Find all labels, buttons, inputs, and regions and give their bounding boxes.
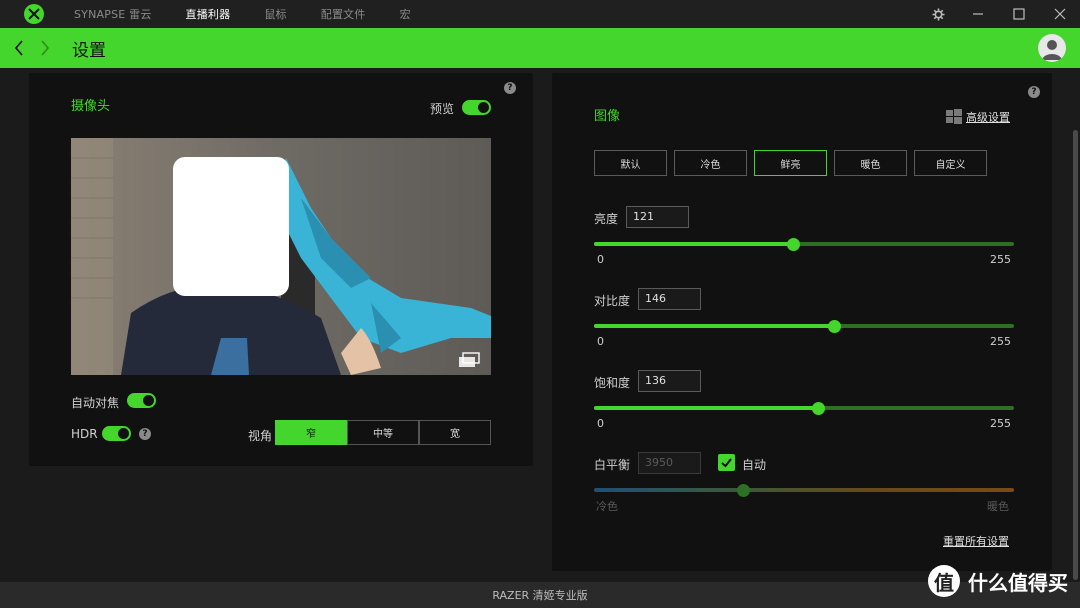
brightness-input[interactable]: 121 [626,206,689,228]
brightness-min: 0 [597,253,604,266]
tab-streaming[interactable]: 直播利器 [186,6,231,22]
tab-synapse[interactable]: SYNAPSE 雷云 [74,6,152,22]
saturation-slider-thumb[interactable] [811,401,825,415]
preset-warm[interactable]: 暖色 [834,150,907,176]
contrast-max: 255 [990,335,1011,348]
white-balance-input: 3950 [638,452,701,474]
contrast-slider-thumb[interactable] [827,319,841,333]
brightness-slider-fill [594,242,794,246]
auto-white-balance-checkbox[interactable] [718,454,735,471]
auto-white-balance-label: 自动 [742,458,767,472]
page-title: 设置 [72,40,106,61]
brightness-slider-thumb[interactable] [787,237,800,251]
watermark-text: 什么值得买 [968,570,1068,595]
saturation-slider[interactable] [594,401,1014,415]
fov-option-narrow[interactable]: 窄 [275,420,347,445]
contrast-min: 0 [597,335,604,348]
preset-default[interactable]: 默认 [594,150,667,176]
hdr-label: HDR [71,427,98,441]
watermark-badge: 值 [928,565,960,597]
image-title: 图像 [594,109,621,124]
fov-option-medium[interactable]: 中等 [347,420,419,445]
fov-label: 视角 [248,429,273,443]
preset-vivid[interactable]: 鲜亮 [754,150,827,176]
autofocus-toggle[interactable] [127,393,156,408]
scrollbar[interactable] [1073,130,1078,580]
saturation-label: 饱和度 [594,376,631,390]
preset-custom[interactable]: 自定义 [914,150,987,176]
title-bar: SYNAPSE 雷云 直播利器 鼠标 配置文件 宏 [0,0,1080,28]
tab-macro[interactable]: 宏 [400,6,411,22]
gear-icon[interactable] [918,0,958,28]
device-name: RAZER 清姬专业版 [492,589,588,602]
camera-preview [71,138,491,375]
razer-logo-icon [24,4,44,24]
contrast-label: 对比度 [594,294,631,308]
brightness-max: 255 [990,253,1011,266]
watermark: 值 什么值得买 [928,563,1068,599]
autofocus-label: 自动对焦 [71,396,120,410]
brightness-label: 亮度 [594,212,619,226]
fov-option-wide[interactable]: 宽 [419,420,491,445]
page-header: 设置 [0,28,1080,68]
image-panel: ? 图像 高级设置 默认 冷色 鲜亮 暖色 自定义 亮度 121 0 255 对… [552,73,1052,571]
forward-arrow-icon[interactable] [32,28,58,68]
hdr-toggle[interactable] [102,426,131,441]
white-balance-warm-label: 暖色 [987,500,1009,513]
white-balance-slider [594,483,1014,497]
camera-title: 摄像头 [71,99,111,114]
white-balance-label: 白平衡 [594,458,631,472]
maximize-icon[interactable] [999,0,1039,28]
avatar[interactable] [1038,34,1066,62]
back-arrow-icon[interactable] [6,28,32,68]
preview-toggle[interactable] [462,100,491,115]
white-balance-cool-label: 冷色 [596,500,618,513]
white-balance-slider-thumb [737,483,751,497]
contrast-slider-fill [594,324,835,328]
hdr-help-icon[interactable]: ? [139,428,151,440]
privacy-mask [173,157,289,296]
windows-icon [946,109,962,124]
tab-profiles[interactable]: 配置文件 [321,6,366,22]
help-icon[interactable]: ? [504,82,516,94]
contrast-slider[interactable] [594,319,1014,333]
saturation-min: 0 [597,417,604,430]
contrast-input[interactable]: 146 [638,288,701,310]
advanced-settings-link[interactable]: 高级设置 [966,109,1010,125]
close-icon[interactable] [1040,0,1080,28]
tab-mouse[interactable]: 鼠标 [264,6,286,22]
footer: RAZER 清姬专业版 [0,582,1080,608]
preset-cool[interactable]: 冷色 [674,150,747,176]
minimize-icon[interactable] [958,0,998,28]
help-icon[interactable]: ? [1028,86,1040,98]
brightness-slider[interactable] [594,237,1014,251]
preview-label: 预览 [430,102,455,116]
camera-panel: ? 摄像头 预览 自动对焦 HDR ? 视角 窄 中等 宽 [29,73,533,466]
reset-all-settings-link[interactable]: 重置所有设置 [943,533,1009,549]
saturation-max: 255 [990,417,1011,430]
saturation-input[interactable]: 136 [638,370,701,392]
saturation-slider-fill [594,406,819,410]
